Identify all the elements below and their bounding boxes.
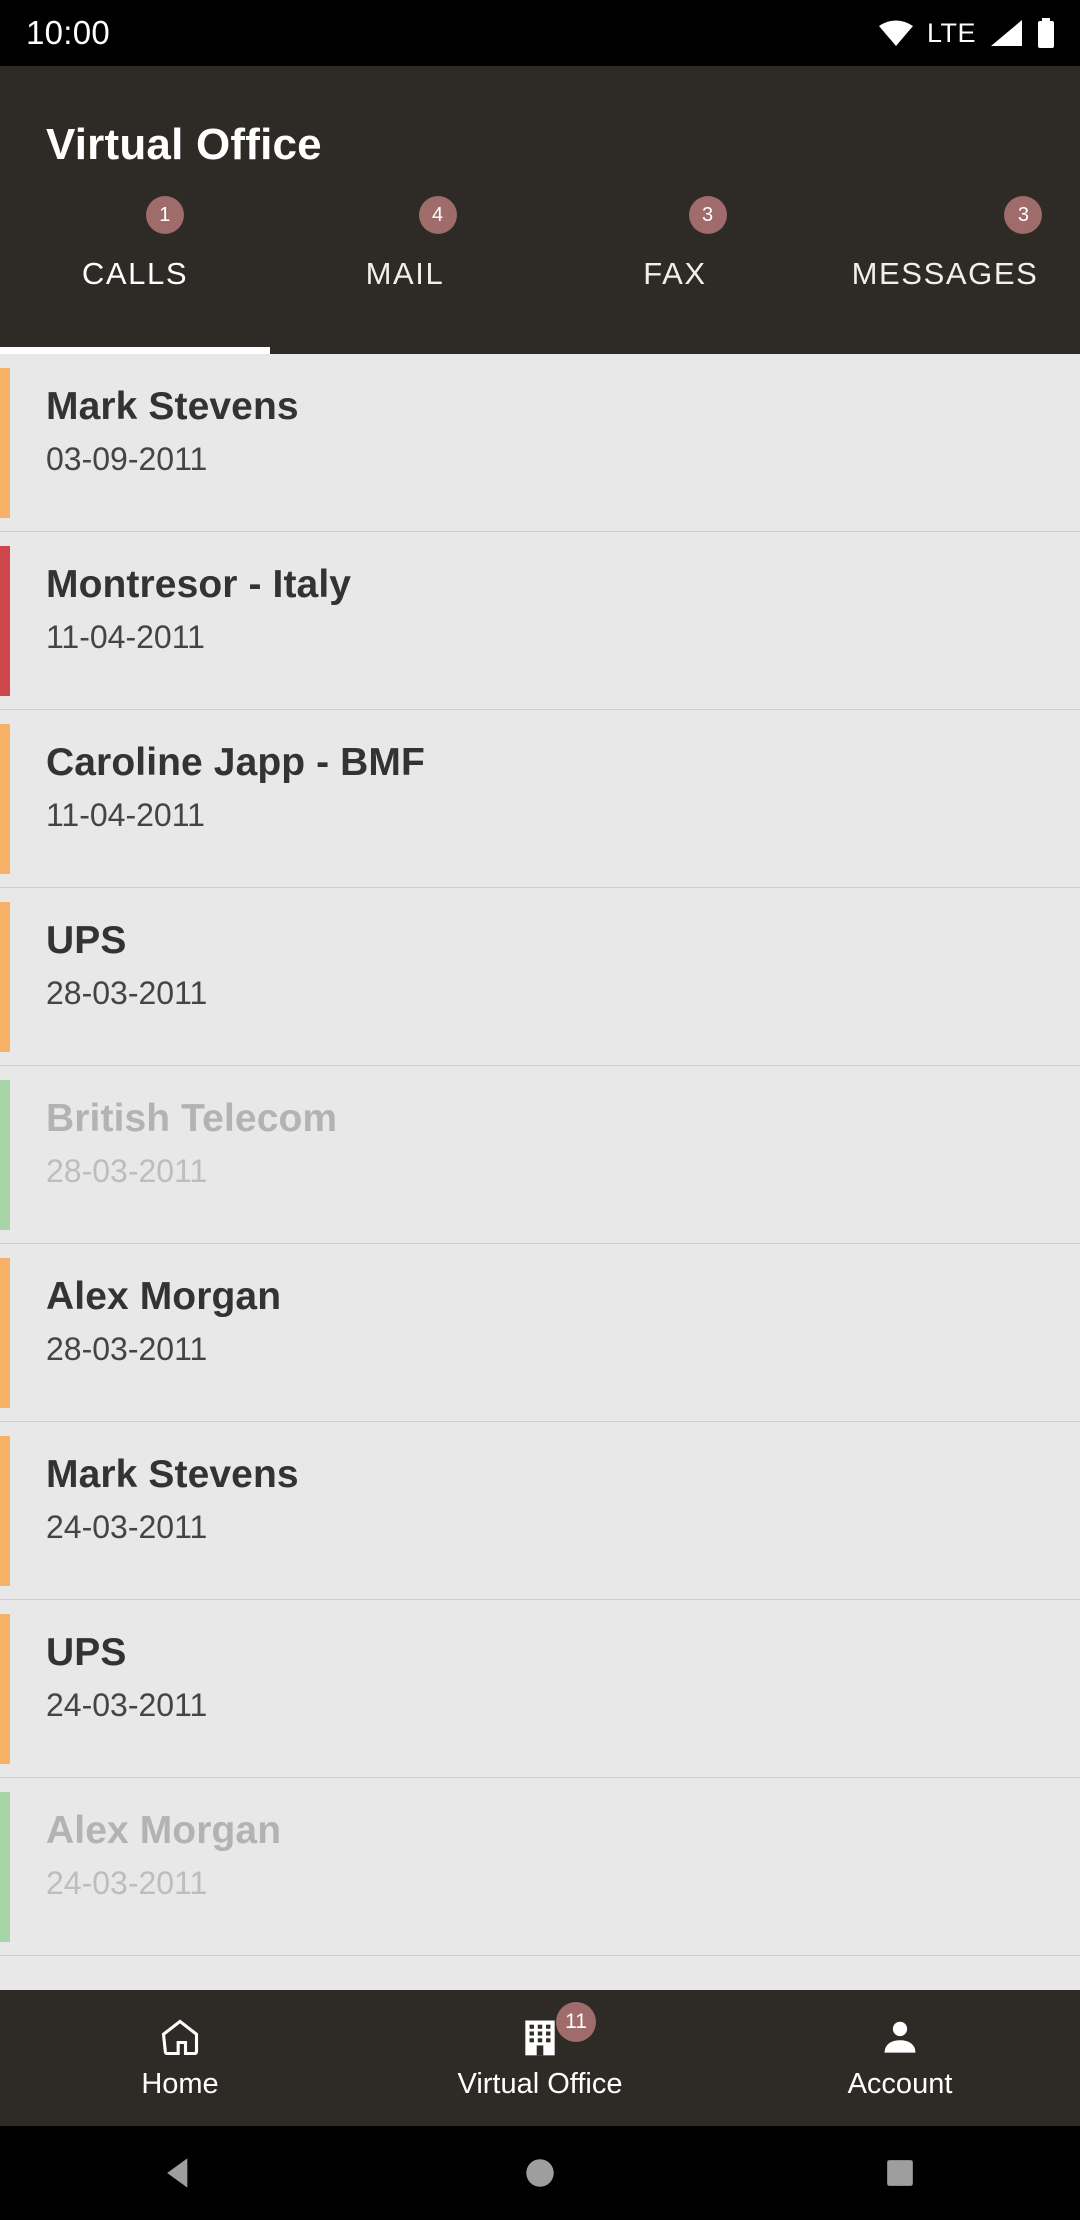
status-clock: 10:00 bbox=[26, 14, 111, 51]
active-tab-indicator bbox=[0, 347, 270, 354]
status-icon-group: LTE bbox=[878, 18, 1056, 49]
nav-item-account-label: Account bbox=[847, 2068, 953, 2100]
wifi-icon bbox=[878, 19, 914, 47]
row-date: 11-04-2011 bbox=[46, 619, 205, 656]
signal-icon bbox=[989, 19, 1023, 47]
row-title: Mark Stevens bbox=[46, 1453, 299, 1496]
lte-label: LTE bbox=[926, 17, 976, 48]
tab-messages-badge: 3 bbox=[1004, 196, 1043, 234]
row-date: 24-03-2011 bbox=[46, 1865, 208, 1902]
phone-screen: 10:00 LTE Virtual Office CALLS 1 MAIL 4 … bbox=[0, 0, 1080, 2220]
table-row[interactable]: British Telecom 28-03-2011 bbox=[0, 1066, 1080, 1244]
tab-calls-badge: 1 bbox=[145, 196, 184, 234]
nav-item-virtual-office-label: Virtual Office bbox=[457, 2068, 623, 2100]
table-row[interactable]: Caroline Japp - BMF 11-04-2011 bbox=[0, 710, 1080, 888]
row-status-bar bbox=[0, 1614, 10, 1764]
tab-fax[interactable]: FAX 3 bbox=[540, 170, 810, 354]
nav-item-home-label: Home bbox=[141, 2068, 219, 2100]
tab-fax-label: FAX bbox=[643, 256, 707, 291]
tab-messages[interactable]: MESSAGES 3 bbox=[810, 170, 1080, 354]
tab-fax-badge: 3 bbox=[688, 196, 727, 234]
tab-mail-label: MAIL bbox=[365, 256, 445, 291]
row-title: Alex Morgan bbox=[46, 1809, 282, 1852]
table-row[interactable]: Montresor - Italy 11-04-2011 bbox=[0, 532, 1080, 710]
row-title: Alex Morgan bbox=[46, 1275, 282, 1318]
page-title: Virtual Office bbox=[46, 120, 322, 169]
row-status-bar bbox=[0, 1258, 10, 1408]
row-title: UPS bbox=[46, 919, 127, 962]
tab-mail[interactable]: MAIL 4 bbox=[270, 170, 540, 354]
call-list[interactable]: Mark Stevens 03-09-2011 Montresor - Ital… bbox=[0, 354, 1080, 1990]
row-date: 28-03-2011 bbox=[46, 1331, 208, 1368]
row-title: British Telecom bbox=[46, 1097, 338, 1140]
bottom-navigation: Home 11 Virtual Office Account bbox=[0, 1990, 1080, 2126]
table-row[interactable]: UPS 28-03-2011 bbox=[0, 888, 1080, 1066]
table-row[interactable]: Mark Stevens 24-03-2011 bbox=[0, 1422, 1080, 1600]
row-date: 24-03-2011 bbox=[46, 1687, 208, 1724]
row-date: 11-04-2011 bbox=[46, 797, 205, 834]
status-bar: 10:00 LTE bbox=[0, 0, 1080, 66]
home-circle-icon[interactable] bbox=[518, 2151, 562, 2195]
row-status-bar bbox=[0, 724, 10, 874]
row-status-bar bbox=[0, 902, 10, 1052]
row-date: 28-03-2011 bbox=[46, 975, 208, 1012]
row-status-bar bbox=[0, 368, 10, 518]
nav-item-home[interactable]: Home bbox=[0, 1990, 360, 2126]
battery-icon bbox=[1036, 18, 1056, 48]
row-status-bar bbox=[0, 1792, 10, 1942]
row-date: 24-03-2011 bbox=[46, 1509, 208, 1546]
tab-calls-label: CALLS bbox=[81, 256, 189, 291]
nav-item-virtual-office-badge: 11 bbox=[556, 2002, 596, 2042]
row-title: Mark Stevens bbox=[46, 385, 299, 428]
tab-messages-label: MESSAGES bbox=[851, 256, 1039, 291]
row-status-bar bbox=[0, 1436, 10, 1586]
app-bar: Virtual Office CALLS 1 MAIL 4 FAX 3 MESS… bbox=[0, 66, 1080, 354]
row-status-bar bbox=[0, 1080, 10, 1230]
row-title: UPS bbox=[46, 1631, 127, 1674]
table-row[interactable]: Alex Morgan 24-03-2011 bbox=[0, 1778, 1080, 1956]
row-status-bar bbox=[0, 546, 10, 696]
person-icon bbox=[877, 2015, 923, 2059]
system-navigation-bar bbox=[0, 2126, 1080, 2220]
tab-bar: CALLS 1 MAIL 4 FAX 3 MESSAGES 3 bbox=[0, 170, 1080, 354]
nav-item-account[interactable]: Account bbox=[720, 1990, 1080, 2126]
table-row[interactable]: UPS 24-03-2011 bbox=[0, 1600, 1080, 1778]
table-row[interactable]: Mark Stevens 03-09-2011 bbox=[0, 354, 1080, 532]
table-row[interactable]: Alex Morgan 28-03-2011 bbox=[0, 1244, 1080, 1422]
tab-mail-badge: 4 bbox=[418, 196, 457, 234]
row-title: Caroline Japp - BMF bbox=[46, 741, 425, 784]
home-icon bbox=[157, 2015, 203, 2059]
recents-square-icon[interactable] bbox=[878, 2151, 922, 2195]
row-date: 28-03-2011 bbox=[46, 1153, 208, 1190]
back-triangle-icon[interactable] bbox=[158, 2151, 202, 2195]
row-date: 03-09-2011 bbox=[46, 441, 208, 478]
nav-item-virtual-office[interactable]: 11 Virtual Office bbox=[360, 1990, 720, 2126]
tab-calls[interactable]: CALLS 1 bbox=[0, 170, 270, 354]
row-title: Montresor - Italy bbox=[46, 563, 352, 606]
